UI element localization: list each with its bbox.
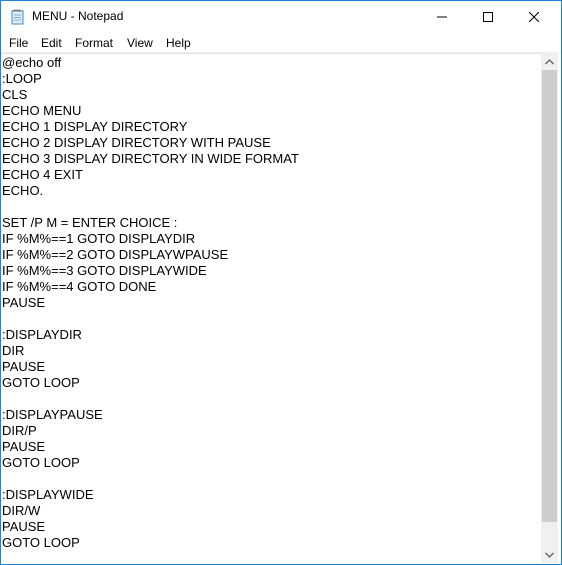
menu-help[interactable]: Help (166, 36, 191, 50)
text-line: :DISPLAYDIR (2, 327, 82, 342)
text-line: :DISPLAYPAUSE (2, 407, 103, 422)
title-bar[interactable]: MENU - Notepad (1, 1, 561, 32)
window-title: MENU - Notepad (32, 9, 124, 23)
text-line: ECHO 1 DISPLAY DIRECTORY (2, 119, 188, 134)
text-line: ECHO 2 DISPLAY DIRECTORY WITH PAUSE (2, 135, 271, 150)
text-line: DIR/P (2, 423, 37, 438)
text-line: @echo off (2, 55, 62, 70)
notepad-window: MENU - Notepad File Edit Format View Hel… (0, 0, 562, 565)
text-line: CLS (2, 87, 28, 102)
scroll-thumb[interactable] (542, 70, 557, 522)
text-line: PAUSE (2, 295, 46, 310)
scroll-down-arrow-icon (545, 552, 554, 558)
text-line: PAUSE (2, 519, 46, 534)
menu-edit[interactable]: Edit (41, 36, 62, 50)
text-line: DIR (2, 343, 25, 358)
text-line: PAUSE (2, 359, 46, 374)
text-line: ECHO. (2, 183, 44, 198)
maximize-icon (483, 11, 493, 22)
maximize-button[interactable] (465, 1, 511, 32)
scroll-up-button[interactable] (541, 53, 558, 70)
menu-bar: File Edit Format View Help (1, 32, 561, 53)
text-line: ECHO MENU (2, 103, 82, 118)
text-line: SET /P M = ENTER CHOICE : (2, 215, 178, 230)
text-line: GOTO LOOP (2, 455, 80, 470)
text-line: ECHO 3 DISPLAY DIRECTORY IN WIDE FORMAT (2, 151, 299, 166)
text-line: :DISPLAYWIDE (2, 487, 94, 502)
menu-file[interactable]: File (9, 36, 28, 50)
scroll-up-arrow-icon (545, 58, 554, 64)
close-icon (529, 11, 539, 22)
text-line: GOTO LOOP (2, 375, 80, 390)
text-line: :LOOP (2, 71, 42, 86)
text-line: GOTO LOOP (2, 535, 80, 550)
text-line: IF %M%==1 GOTO DISPLAYDIR (2, 231, 196, 246)
minimize-button[interactable] (419, 1, 465, 32)
notepad-icon (11, 9, 24, 25)
menu-format[interactable]: Format (75, 36, 113, 50)
menu-view[interactable]: View (127, 36, 153, 50)
text-line: IF %M%==2 GOTO DISPLAYWPAUSE (2, 247, 229, 262)
scroll-down-button[interactable] (541, 546, 558, 563)
vertical-scrollbar[interactable] (541, 53, 558, 563)
text-line: IF %M%==3 GOTO DISPLAYWIDE (2, 263, 207, 278)
text-line: DIR/W (2, 503, 41, 518)
text-editor[interactable]: @echo off :LOOP CLS ECHO MENU ECHO 1 DIS… (1, 53, 541, 564)
minimize-icon (437, 16, 447, 17)
text-line: PAUSE (2, 439, 46, 454)
text-line: ECHO 4 EXIT (2, 167, 83, 182)
close-button[interactable] (511, 1, 557, 32)
text-line: IF %M%==4 GOTO DONE (2, 279, 157, 294)
